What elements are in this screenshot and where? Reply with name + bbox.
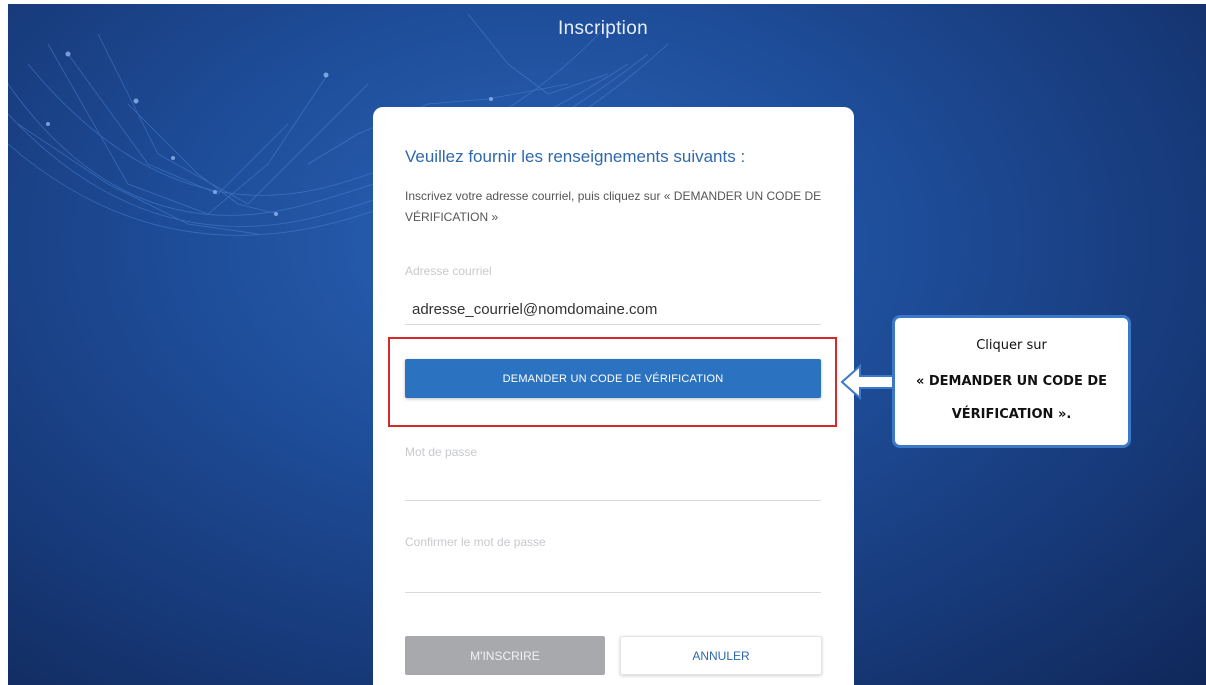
left-arrow-icon [840,363,895,401]
form-instructions: Inscrivez votre adresse courriel, puis c… [405,189,822,224]
email-field[interactable] [405,295,821,325]
highlight-box [388,337,837,427]
register-button[interactable]: M'INSCRIRE [405,636,605,675]
confirm-password-field[interactable] [405,563,821,593]
callout-line1: Cliquer sur [976,338,1047,353]
email-label: Adresse courriel [405,264,492,278]
confirm-password-label: Confirmer le mot de passe [405,535,546,549]
page-title: Inscription [558,18,648,39]
callout-line2: « DEMANDER UN CODE DE VÉRIFICATION ». [915,374,1108,422]
form-heading: Veuillez fournir les renseignements suiv… [405,147,746,166]
password-field[interactable] [405,471,821,501]
instruction-callout: Cliquer sur « DEMANDER UN CODE DE VÉRIFI… [892,315,1131,448]
password-label: Mot de passe [405,445,478,459]
cancel-button[interactable]: ANNULER [620,636,822,675]
